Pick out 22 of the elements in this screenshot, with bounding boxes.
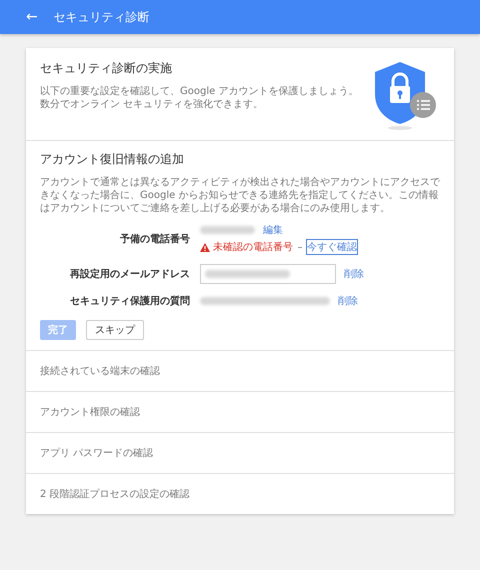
section-item[interactable]: 2 段階認証プロセスの設定の確認 [26,474,454,514]
delete-link[interactable]: 削除 [338,294,358,308]
back-button[interactable]: ← [22,9,42,25]
section-item[interactable]: アプリ パスワードの確認 [26,433,454,474]
section-item[interactable]: アカウント権限の確認 [26,392,454,433]
edit-link[interactable]: 編集 [263,223,283,237]
blurred-value [200,226,255,234]
description-text: 以下の重要な設定を確認して、Google アカウントを保護しましょう。数分でオンライン セキュリティを強化できます。 [40,85,360,111]
section-item[interactable]: 接続されている端末の確認 [26,351,454,392]
section-title: セキュリティ診断の実施 [40,60,173,77]
field-label: セキュリティ保護用の質問 [69,294,190,308]
description-text: アカウントで通常とは異なるアクティビティが検出された場合やアカウントにアクセスできなくなった場合に、Google からお知らせできる連絡先を指定してください。この情報はアカウントについてご連絡を差し上げる必要がある場合にのみ使用します。 [40,176,440,215]
section-title: アカウント復旧情報の追加 [40,151,185,168]
delete-link[interactable]: 削除 [344,267,364,281]
email-field[interactable] [200,264,336,284]
page-title: セキュリティ診断 [54,8,150,26]
skip-button[interactable]: スキップ [86,320,144,340]
warning-text: 未確認の電話番号 [213,240,293,254]
warning-icon [200,242,210,252]
field-label: 再設定用のメールアドレス [69,267,190,281]
field-label: 予備の電話番号 [119,232,190,246]
verify-link[interactable]: 今すぐ確認 [307,240,357,254]
